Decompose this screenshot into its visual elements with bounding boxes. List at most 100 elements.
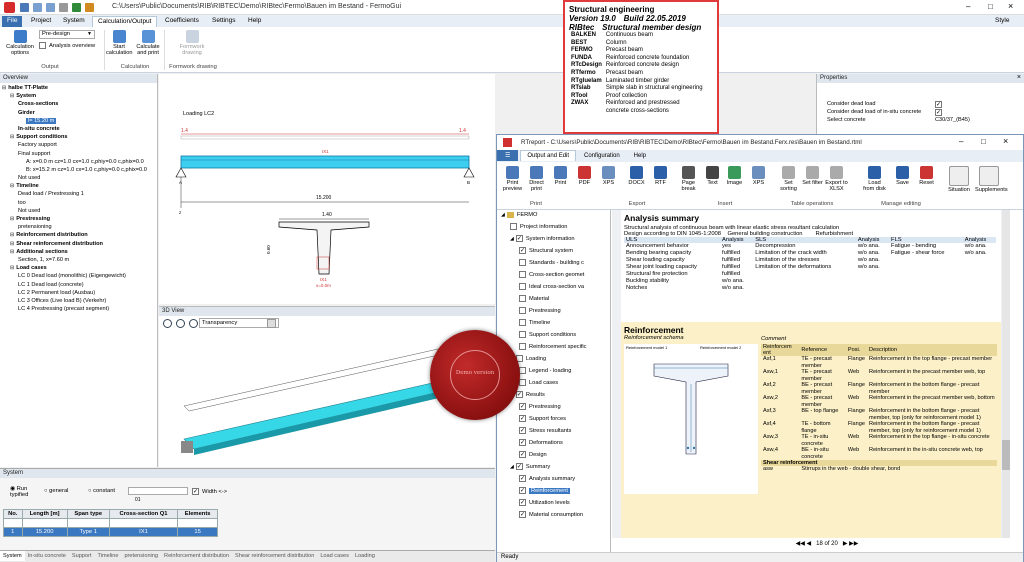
- report-checkbox[interactable]: ✓: [519, 439, 526, 446]
- bottom-tab[interactable]: Loading: [352, 551, 378, 561]
- calculate-and-print-button[interactable]: Calculate and print: [134, 30, 162, 56]
- menu-coefficients[interactable]: Coefficients: [160, 16, 204, 27]
- tree-item[interactable]: Final support: [2, 150, 155, 158]
- report-checkbox[interactable]: ✓: [515, 235, 523, 242]
- view-options-icon[interactable]: [267, 319, 276, 328]
- report-tree-item[interactable]: Prestressing: [497, 306, 610, 318]
- rt-ribbon-button[interactable]: Print preview: [501, 166, 524, 192]
- report-checkbox[interactable]: ✓: [519, 475, 526, 482]
- tree-item[interactable]: Section, 1, x=7.60 m: [2, 256, 155, 264]
- start-calculation-button[interactable]: Start calculation: [106, 30, 132, 56]
- expand-icon[interactable]: ◢: [510, 236, 514, 242]
- report-tree-item[interactable]: Support conditions: [497, 330, 610, 342]
- expand-icon[interactable]: ⊟: [10, 265, 14, 271]
- next-page-icon[interactable]: ▶: [843, 541, 848, 547]
- rt-ribbon-button[interactable]: Page break: [677, 166, 700, 192]
- last-page-icon[interactable]: ▶▶: [849, 541, 858, 547]
- tree-item[interactable]: LC 1 Dead load (concrete): [2, 281, 155, 289]
- minimize-icon[interactable]: –: [959, 137, 963, 146]
- report-tree-item[interactable]: ✓ Support forces: [497, 414, 610, 426]
- rt-ribbon-button[interactable]: Reset: [915, 166, 938, 186]
- rt-ribbon-button[interactable]: Print: [549, 166, 572, 186]
- bottom-tab[interactable]: pretensioning: [121, 551, 161, 561]
- report-tree-item[interactable]: Project information: [497, 222, 610, 234]
- property-row[interactable]: Select concrete C30/37_(B45): [817, 117, 1024, 125]
- menu-file[interactable]: File: [2, 16, 23, 27]
- rt-ribbon-button[interactable]: Export to XLSX: [825, 166, 848, 192]
- report-checkbox[interactable]: [519, 367, 526, 374]
- rt-ribbon-button[interactable]: PDF: [573, 166, 596, 186]
- preset-select[interactable]: Pre-design ▼: [39, 30, 95, 39]
- report-checkbox[interactable]: [519, 259, 526, 266]
- analysis-overview-checkbox[interactable]: Analysis overview: [39, 42, 95, 49]
- tab-help[interactable]: Help: [628, 151, 652, 161]
- expand-icon[interactable]: ◢: [501, 212, 505, 218]
- menu-settings[interactable]: Settings: [207, 16, 241, 27]
- close-icon[interactable]: ×: [1017, 74, 1021, 81]
- report-tree-item[interactable]: ✓ Material consumption: [497, 510, 610, 522]
- report-checkbox[interactable]: ✓: [519, 511, 526, 518]
- expand-icon[interactable]: ⊟: [10, 241, 14, 247]
- cell-cross-section[interactable]: IX1: [108, 527, 179, 537]
- run-typified-radio[interactable]: ◉ Run typified: [10, 486, 40, 498]
- first-page-icon[interactable]: ◀◀: [796, 541, 805, 547]
- menu-calculation-output[interactable]: Calculation/Output: [92, 16, 158, 27]
- general-radio[interactable]: ○ general: [44, 488, 68, 494]
- report-tree-item[interactable]: ✓ Design: [497, 450, 610, 462]
- report-tree-item[interactable]: ✓ Deformations: [497, 438, 610, 450]
- report-checkbox[interactable]: [519, 307, 526, 314]
- zoom-out-icon[interactable]: [189, 319, 198, 328]
- rt-ribbon-button[interactable]: Load from disk: [863, 166, 886, 192]
- report-checkbox[interactable]: ✓: [519, 427, 526, 434]
- expand-icon[interactable]: ⊟: [2, 85, 6, 91]
- style-menu[interactable]: Style: [990, 16, 1014, 27]
- bottom-tab[interactable]: Shear reinforcement distribution: [232, 551, 317, 561]
- tree-item[interactable]: l= 15.20 m: [2, 117, 155, 125]
- tree-item[interactable]: B: x=15.2 m cz=1.0 cx=1.0 c,phiy=0.0 c,p…: [2, 166, 155, 174]
- formwork-drawing-button[interactable]: Formwork drawing: [176, 30, 208, 56]
- tree-item[interactable]: Not used: [2, 174, 155, 182]
- save-quick-icon[interactable]: [20, 3, 29, 12]
- report-tree-item[interactable]: ◢ ✓ System information: [497, 234, 610, 246]
- tree-item[interactable]: ⊟ Prestressing: [2, 215, 155, 223]
- tree-item[interactable]: Factory support: [2, 141, 155, 149]
- tree-item[interactable]: Cross-sections: [2, 100, 155, 108]
- report-tree-item[interactable]: ✓ Stress resultants: [497, 426, 610, 438]
- tab-output-edit[interactable]: Output and Edit: [520, 150, 577, 161]
- report-checkbox[interactable]: [519, 271, 526, 278]
- expand-icon[interactable]: ◢: [510, 464, 514, 470]
- zoom-icon[interactable]: [163, 319, 172, 328]
- bottom-tab[interactable]: In-situ concrete: [25, 551, 69, 561]
- tree-item[interactable]: ⊟ System: [2, 92, 155, 100]
- tree-item[interactable]: ⊟ halbe TT-Platte: [2, 84, 155, 92]
- cell-no[interactable]: 1: [3, 527, 23, 537]
- report-tree-item[interactable]: ◢ ✓ Summary: [497, 462, 610, 474]
- rt-ribbon-button[interactable]: Text: [701, 166, 724, 186]
- report-checkbox[interactable]: [519, 379, 526, 386]
- report-tree-item[interactable]: Timeline: [497, 318, 610, 330]
- property-row[interactable]: Consider dead load ✓: [817, 101, 1024, 109]
- tree-item[interactable]: In-situ concrete: [2, 125, 155, 133]
- help-quick-icon[interactable]: [72, 3, 81, 12]
- property-checkbox[interactable]: ✓: [935, 109, 942, 116]
- report-checkbox[interactable]: ✓: [519, 247, 526, 254]
- rt-ribbon-button[interactable]: DOCX: [625, 166, 648, 186]
- tree-item[interactable]: A: x=0.0 m cz=1.0 cx=1.0 c,phiy=0.0 c,ph…: [2, 158, 155, 166]
- report-tree-item[interactable]: Standards - building c: [497, 258, 610, 270]
- report-checkbox[interactable]: ✓: [515, 463, 523, 470]
- maximize-icon[interactable]: □: [988, 2, 993, 11]
- expand-icon[interactable]: ⊟: [10, 134, 14, 140]
- tree-item[interactable]: pretensioning: [2, 223, 155, 231]
- report-tree-item[interactable]: Ideal cross-section va: [497, 282, 610, 294]
- menu-project[interactable]: Project: [26, 16, 56, 27]
- field-input[interactable]: [128, 487, 188, 495]
- vertical-scrollbar[interactable]: [1002, 210, 1010, 538]
- property-row[interactable]: Consider dead load of in-situ concrete ✓: [817, 109, 1024, 117]
- bottom-tab[interactable]: Timeline: [95, 551, 122, 561]
- prev-page-icon[interactable]: ◀: [807, 541, 812, 547]
- report-tree-item[interactable]: ✓ Reinforcement: [497, 486, 610, 498]
- report-tree-item[interactable]: Cross-section geomet: [497, 270, 610, 282]
- tree-item[interactable]: ⊟ Load cases: [2, 264, 155, 272]
- report-checkbox[interactable]: ✓: [519, 451, 526, 458]
- settings-quick-icon[interactable]: [85, 3, 94, 12]
